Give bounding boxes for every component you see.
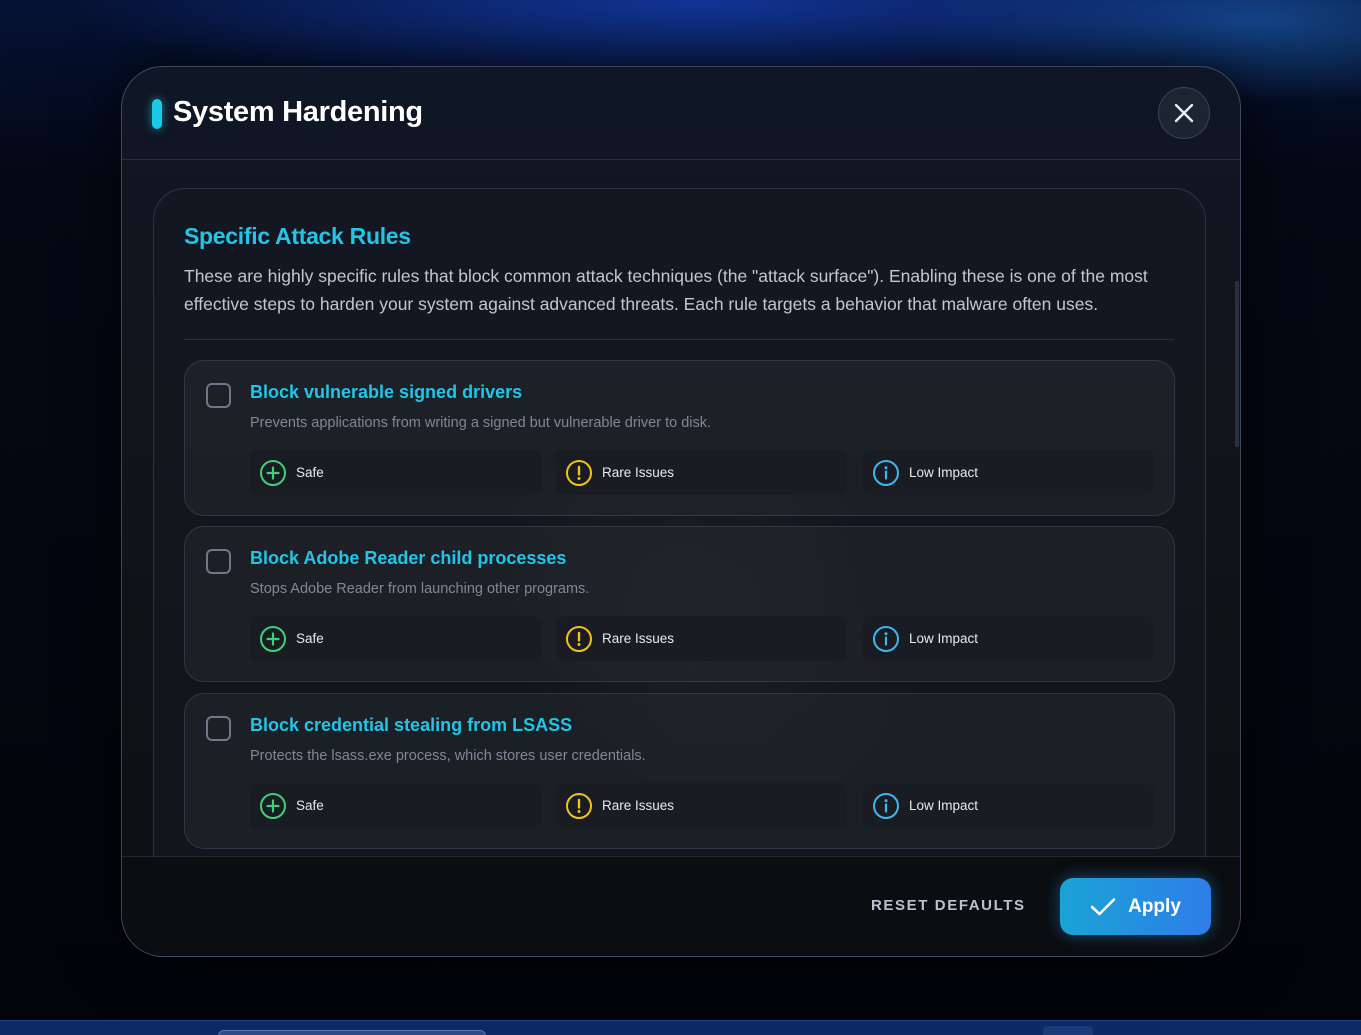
rule-badge: Safe [250, 783, 541, 828]
exclamation-circle-icon [566, 792, 592, 819]
apply-button[interactable]: Apply [1060, 878, 1211, 935]
badge-label: Safe [296, 798, 324, 813]
attack-rules-section: Specific Attack Rules These are highly s… [153, 188, 1206, 858]
rule-badge: Safe [250, 450, 541, 495]
info-circle-icon [873, 792, 899, 819]
section-divider [184, 339, 1174, 340]
badge-label: Safe [296, 465, 324, 480]
exclamation-circle-icon [566, 459, 592, 486]
badge-label: Low Impact [909, 465, 979, 480]
modal-footer: RESET DEFAULTS Apply [122, 856, 1240, 956]
taskbar [0, 1020, 1361, 1035]
rule-description: Stops Adobe Reader from launching other … [250, 581, 590, 597]
rule-badge: Safe [250, 616, 541, 661]
taskbar-search[interactable] [218, 1030, 486, 1035]
system-hardening-modal: System Hardening Specific Attack Rules T… [121, 66, 1241, 957]
reset-defaults-button[interactable]: RESET DEFAULTS [871, 897, 1026, 914]
rule-badge: Rare Issues [556, 450, 847, 495]
rule-card: Block Adobe Reader child processes Stops … [184, 526, 1175, 682]
rule-badge: Low Impact [863, 450, 1154, 495]
apply-label: Apply [1128, 895, 1181, 917]
badge-label: Safe [296, 631, 324, 646]
content-scrollbar[interactable] [1235, 281, 1239, 447]
modal-content: Specific Attack Rules These are highly s… [122, 161, 1240, 858]
badge-label: Rare Issues [602, 631, 675, 646]
rule-card: Block vulnerable signed drivers Prevents … [184, 360, 1175, 516]
rule-badge: Low Impact [863, 783, 1154, 828]
rule-checkbox[interactable] [206, 383, 231, 408]
close-button[interactable] [1158, 87, 1210, 139]
badge-label: Low Impact [909, 798, 979, 813]
info-circle-icon [873, 625, 899, 652]
rule-title[interactable]: Block vulnerable signed drivers [250, 382, 522, 403]
taskbar-app-button[interactable] [1043, 1026, 1093, 1035]
rule-description: Protects the lsass.exe process, which st… [250, 748, 646, 764]
badge-label: Rare Issues [602, 798, 675, 813]
plus-circle-icon [260, 459, 286, 486]
info-circle-icon [873, 459, 899, 486]
checkmark-icon [1090, 897, 1116, 915]
rule-badge: Low Impact [863, 616, 1154, 661]
section-title: Specific Attack Rules [184, 223, 411, 249]
rule-description: Prevents applications from writing a sig… [250, 415, 712, 431]
section-description: These are highly specific rules that blo… [184, 266, 1148, 314]
badge-label: Rare Issues [602, 465, 675, 480]
rule-badge: Rare Issues [556, 616, 847, 661]
exclamation-circle-icon [566, 625, 592, 652]
rule-title[interactable]: Block credential stealing from LSASS [250, 715, 572, 736]
rule-checkbox[interactable] [206, 716, 231, 741]
rule-checkbox[interactable] [206, 549, 231, 574]
rule-badge: Rare Issues [556, 783, 847, 828]
plus-circle-icon [260, 792, 286, 819]
badge-label: Low Impact [909, 631, 979, 646]
close-icon [1174, 103, 1194, 123]
title-accent-bar [152, 99, 162, 129]
rule-card: Block credential stealing from LSASS Prot… [184, 693, 1175, 849]
rule-title[interactable]: Block Adobe Reader child processes [250, 548, 566, 569]
modal-title: System Hardening [173, 96, 423, 128]
plus-circle-icon [260, 625, 286, 652]
modal-header: System Hardening [122, 67, 1240, 160]
